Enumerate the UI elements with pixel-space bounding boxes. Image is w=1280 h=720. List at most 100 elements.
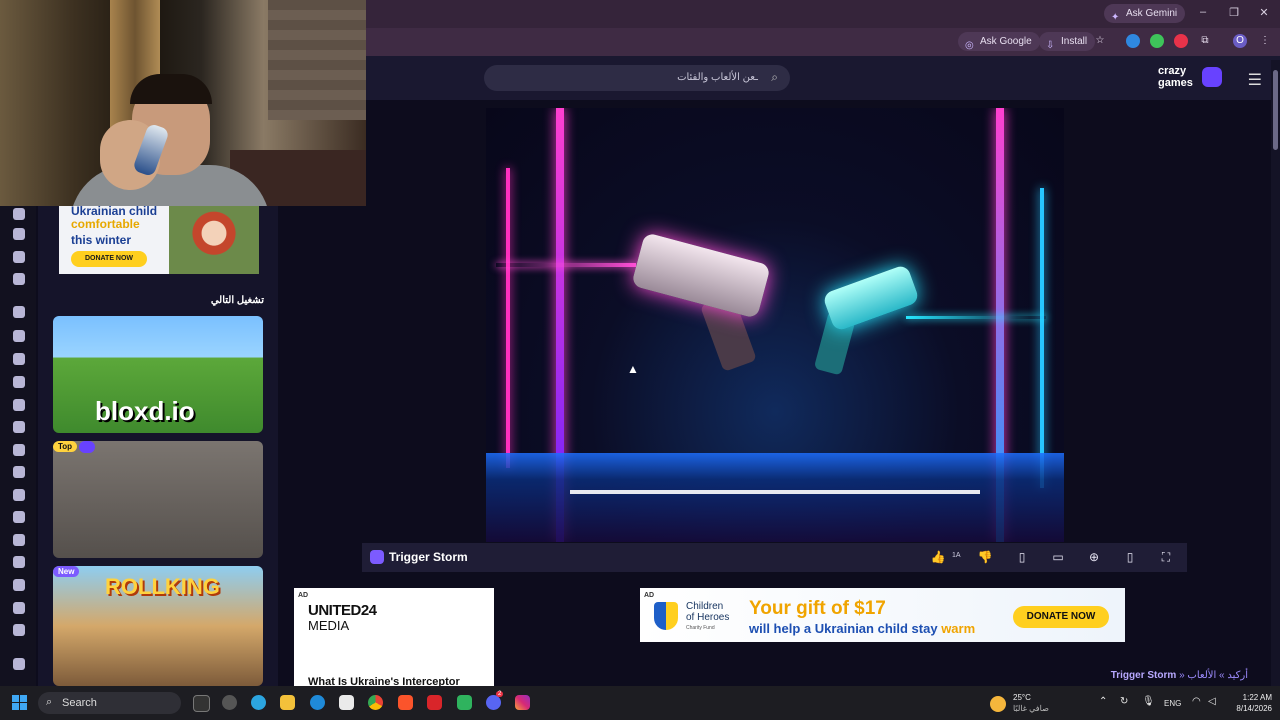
shield-logo-icon xyxy=(654,602,678,630)
maximize-button[interactable]: ❐ xyxy=(1224,6,1244,19)
crazygames-logo[interactable]: crazy games xyxy=(1158,65,1222,91)
weather-description: صافي غالبًا xyxy=(1013,704,1049,713)
taskbar-search[interactable]: ⌕ Search xyxy=(38,692,181,714)
category-icon[interactable] xyxy=(13,421,25,433)
scrollbar-thumb[interactable] xyxy=(1273,70,1278,150)
category-icon[interactable] xyxy=(13,273,25,285)
install-icon: ⇩ xyxy=(1046,40,1055,51)
category-icon[interactable] xyxy=(13,624,25,636)
game-thumbnail-archery[interactable]: Top xyxy=(53,441,263,558)
discord-icon[interactable] xyxy=(486,695,501,710)
game-thumbnail-bloxd[interactable]: bloxd.io xyxy=(53,316,263,433)
breadcrumb-current[interactable]: Trigger Storm xyxy=(1111,670,1177,681)
category-icon[interactable] xyxy=(13,489,25,501)
dislike-icon[interactable]: 👎 xyxy=(975,548,995,566)
blue-bullet-beam xyxy=(906,316,1046,319)
install-button[interactable]: ⇩ Install xyxy=(1039,32,1096,51)
game-thumbnail-rollking[interactable]: New ROLLKING xyxy=(53,566,263,686)
sync-icon[interactable]: ↻ xyxy=(1120,696,1128,707)
game-icon xyxy=(370,550,384,564)
app-icon[interactable] xyxy=(457,695,472,710)
clock-date: 8/14/2026 xyxy=(1236,704,1272,713)
system-clock[interactable]: 1:22 AM 8/14/2026 xyxy=(1226,692,1272,714)
hamburger-menu-icon[interactable]: ☰ xyxy=(1248,70,1262,90)
chevron-up-icon[interactable]: ⌃ xyxy=(1099,696,1107,707)
theater-icon[interactable]: ⊕ xyxy=(1084,548,1104,566)
media-player-icon[interactable] xyxy=(222,695,237,710)
store-icon[interactable] xyxy=(339,695,354,710)
category-icon-strip xyxy=(0,206,36,686)
edge-icon[interactable] xyxy=(310,695,325,710)
feedback-icon[interactable]: ▭ xyxy=(1048,548,1068,566)
windows-start-icon[interactable] xyxy=(12,695,28,711)
site-search-input[interactable]: ـعن الألعاب والفئات ⌕ xyxy=(484,65,790,91)
pink-gun xyxy=(631,232,771,319)
category-icon[interactable] xyxy=(13,556,25,568)
game-toolbar: Trigger Storm 👍 1A 👎 ▯ ▭ ⊕ ▯ ⛶ xyxy=(362,543,1187,572)
children-of-heroes-ad[interactable]: AD Children of Heroes Charity Fund Your g… xyxy=(640,588,1125,642)
category-icon[interactable] xyxy=(13,466,25,478)
instagram-icon[interactable] xyxy=(515,695,530,710)
volume-icon[interactable]: ◁ xyxy=(1208,696,1216,707)
flame-icon[interactable] xyxy=(1174,34,1188,48)
file-explorer-icon[interactable] xyxy=(280,695,295,710)
category-icon[interactable] xyxy=(13,658,25,670)
mobile-icon[interactable]: ▯ xyxy=(1120,548,1140,566)
brave-icon[interactable] xyxy=(398,695,413,710)
profile-avatar[interactable]: O xyxy=(1233,34,1247,48)
language-indicator[interactable]: ENG xyxy=(1164,699,1181,708)
chrome-icon[interactable] xyxy=(368,695,383,710)
breadcrumb-root[interactable]: الألعاب xyxy=(1187,670,1216,681)
puzzle-icon[interactable]: ⧉ xyxy=(1198,34,1212,48)
ask-google-button[interactable]: ◎ Ask Google xyxy=(958,32,1040,51)
category-icon[interactable] xyxy=(13,306,25,318)
weather-widget[interactable]: 25°C صافي غالبًا xyxy=(990,692,1060,716)
category-icon[interactable] xyxy=(13,534,25,546)
breadcrumb-category[interactable]: أركيد xyxy=(1227,670,1248,681)
category-icon[interactable] xyxy=(13,330,25,342)
browser-toolbar: ◎ Ask Google ⇩ Install ☆ ⧉ O ⋮ xyxy=(366,28,1280,56)
fullscreen-icon[interactable]: ⛶ xyxy=(1156,548,1176,566)
sidebar-ad[interactable]: Ukrainian child comfortable this winter … xyxy=(59,206,259,274)
wifi-icon[interactable]: ◠ xyxy=(1192,696,1201,707)
united24-ad[interactable]: AD UNITED24 MEDIA What Is Ukraine's Inte… xyxy=(294,588,494,688)
loading-bar xyxy=(570,490,980,494)
category-icon[interactable] xyxy=(13,399,25,411)
gemini-icon: ✦ xyxy=(1111,12,1120,23)
like-count: 1A xyxy=(952,552,961,559)
weather-icon xyxy=(990,696,1006,712)
ad-donate-button[interactable]: DONATE NOW xyxy=(71,251,147,267)
ad-label: AD xyxy=(644,592,655,599)
telegram-icon[interactable] xyxy=(251,695,266,710)
category-icon[interactable] xyxy=(13,353,25,365)
org-subtitle: Charity Fund xyxy=(686,625,715,631)
category-icon[interactable] xyxy=(13,511,25,523)
app-icon[interactable] xyxy=(427,695,442,710)
minimize-button[interactable]: – xyxy=(1193,6,1213,18)
category-icon[interactable] xyxy=(13,444,25,456)
close-window-button[interactable]: ✕ xyxy=(1254,6,1274,19)
new-badge: New xyxy=(53,566,80,577)
kebab-menu-icon[interactable]: ⋮ xyxy=(1258,34,1272,48)
category-icon[interactable] xyxy=(13,251,25,263)
ask-google-label: Ask Google xyxy=(980,36,1032,47)
ask-gemini-button[interactable]: ✦ Ask Gemini xyxy=(1104,4,1186,23)
category-icon[interactable] xyxy=(13,208,25,220)
globe-icon[interactable] xyxy=(1126,34,1140,48)
microphone-icon[interactable]: 🎙 xyxy=(1142,696,1155,707)
like-icon[interactable]: 👍 xyxy=(928,548,948,566)
category-icon[interactable] xyxy=(13,228,25,240)
help-line: will help a Ukrainian child stay warm xyxy=(749,621,976,636)
category-icon[interactable] xyxy=(13,579,25,591)
leaf-icon[interactable] xyxy=(1150,34,1164,48)
bookmark-icon[interactable]: ▯ xyxy=(1012,548,1032,566)
donate-button[interactable]: DONATE NOW xyxy=(1013,606,1109,628)
star-icon[interactable]: ☆ xyxy=(1093,34,1107,48)
page-scrollbar[interactable] xyxy=(1271,60,1280,686)
game-canvas[interactable] xyxy=(486,108,1064,542)
webcam-overlay xyxy=(0,0,366,206)
category-icon[interactable] xyxy=(13,602,25,614)
up-next-heading: تشغيل التالي xyxy=(210,295,264,306)
epic-games-icon[interactable] xyxy=(193,695,210,712)
category-icon[interactable] xyxy=(13,376,25,388)
